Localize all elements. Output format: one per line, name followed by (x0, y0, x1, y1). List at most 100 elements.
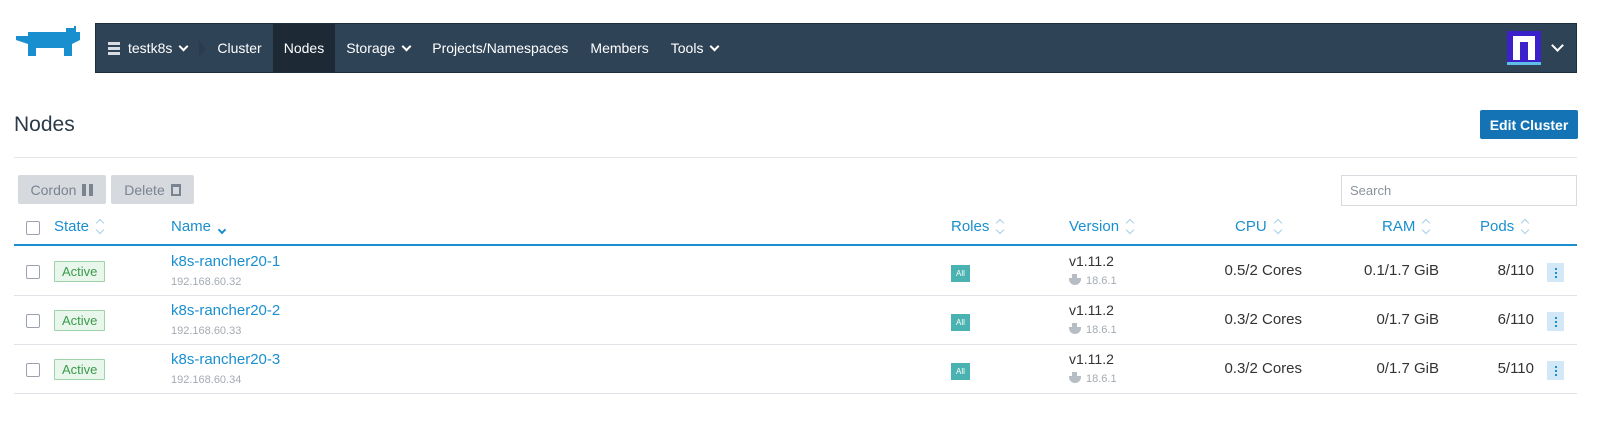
sort-icon (1273, 218, 1282, 235)
k8s-version: v1.11.2 (1069, 302, 1114, 318)
chevron-down-icon (710, 41, 720, 51)
main-nav: testk8s Cluster Nodes Storage Projects/N… (95, 23, 1577, 73)
sort-icon (1125, 218, 1135, 235)
row-checkbox[interactable] (26, 314, 40, 328)
node-ip: 192.168.60.32 (171, 276, 242, 288)
nav-members-label: Members (590, 40, 649, 56)
nav-projects-namespaces[interactable]: Projects/Namespaces (421, 24, 579, 72)
status-badge: Active (54, 261, 106, 282)
nav-cluster[interactable]: Cluster (199, 24, 272, 72)
cordon-button[interactable]: Cordon (18, 175, 106, 204)
cpu-value: 0.3/2 Cores (1224, 360, 1302, 377)
header-pods-label: Pods (1480, 218, 1515, 235)
pods-value: 5/110 (1497, 360, 1534, 377)
nav-tools[interactable]: Tools (660, 24, 730, 72)
table-row: Active k8s-rancher20-3 192.168.60.34 All… (14, 345, 1577, 394)
sort-icon (95, 218, 105, 235)
docker-version-text: 18.6.1 (1086, 324, 1117, 336)
cluster-name: testk8s (128, 40, 173, 56)
nav-storage-label: Storage (346, 40, 396, 56)
user-menu[interactable] (1507, 24, 1576, 72)
docker-version-text: 18.6.1 (1086, 373, 1117, 385)
sort-descending-icon (217, 221, 227, 234)
header-cpu-label: CPU (1235, 218, 1267, 235)
k8s-version: v1.11.2 (1069, 253, 1114, 269)
sort-icon (996, 218, 1005, 235)
ram-value: 0/1.7 GiB (1376, 360, 1439, 377)
docker-icon (1069, 371, 1081, 383)
chevron-down-icon (401, 41, 412, 51)
nav-nodes[interactable]: Nodes (272, 24, 336, 72)
trash-icon (170, 183, 181, 196)
nav-projects-label: Projects/Namespaces (432, 40, 569, 56)
docker-icon (1069, 322, 1081, 334)
header-state[interactable]: State (54, 218, 105, 235)
server-icon (108, 41, 120, 55)
row-actions-button[interactable] (1547, 361, 1564, 380)
sort-icon (1520, 218, 1530, 235)
page-title: Nodes (14, 113, 75, 136)
nav-tools-label: Tools (670, 40, 704, 56)
delete-label: Delete (124, 181, 165, 198)
node-ip: 192.168.60.34 (171, 374, 242, 386)
avatar[interactable] (1507, 31, 1541, 65)
row-checkbox[interactable] (26, 265, 40, 279)
sort-icon (1422, 218, 1431, 235)
docker-icon (1069, 273, 1081, 285)
cordon-label: Cordon (30, 181, 77, 198)
pause-icon (82, 183, 94, 196)
header-ram-label: RAM (1382, 218, 1416, 235)
header-name-label: Name (171, 218, 212, 235)
node-name-link[interactable]: k8s-rancher20-3 (171, 351, 280, 368)
header-version-label: Version (1069, 218, 1120, 235)
node-name-link[interactable]: k8s-rancher20-2 (171, 302, 280, 319)
header-state-label: State (54, 218, 90, 235)
table-row: Active k8s-rancher20-2 192.168.60.33 All… (14, 296, 1577, 345)
chevron-down-icon (1551, 38, 1564, 52)
role-badge: All (951, 314, 970, 331)
edit-cluster-button[interactable]: Edit Cluster (1480, 110, 1578, 139)
node-ip: 192.168.60.33 (171, 325, 242, 337)
docker-version: 18.6.1 (1069, 273, 1117, 287)
table-header: State Name Roles Version CPU RAM Pods (14, 214, 1577, 246)
node-name-link[interactable]: k8s-rancher20-1 (171, 253, 280, 270)
role-badge: All (951, 363, 970, 380)
divider (14, 157, 1577, 158)
docker-version: 18.6.1 (1069, 371, 1117, 385)
chevron-down-icon (178, 41, 189, 51)
cpu-value: 0.3/2 Cores (1224, 311, 1302, 328)
delete-button[interactable]: Delete (111, 175, 194, 204)
row-checkbox[interactable] (26, 363, 40, 377)
docker-version-text: 18.6.1 (1086, 275, 1117, 287)
rancher-logo[interactable] (14, 26, 84, 64)
header-cpu[interactable]: CPU (1235, 218, 1282, 235)
header-roles-label: Roles (951, 218, 990, 235)
select-all-checkbox[interactable] (26, 221, 40, 235)
nav-storage[interactable]: Storage (335, 24, 421, 72)
pods-value: 8/110 (1497, 262, 1534, 279)
header-pods[interactable]: Pods (1480, 218, 1530, 235)
ram-value: 0/1.7 GiB (1376, 311, 1439, 328)
search-input[interactable] (1341, 175, 1577, 206)
role-badge: All (951, 265, 970, 282)
status-badge: Active (54, 310, 106, 331)
row-actions-button[interactable] (1547, 263, 1564, 282)
docker-version: 18.6.1 (1069, 322, 1117, 336)
top-bar: testk8s Cluster Nodes Storage Projects/N… (0, 0, 1600, 74)
header-ram[interactable]: RAM (1382, 218, 1431, 235)
header-name[interactable]: Name (171, 218, 227, 235)
k8s-version: v1.11.2 (1069, 351, 1114, 367)
header-roles[interactable]: Roles (951, 218, 1005, 235)
pods-value: 6/110 (1497, 311, 1534, 328)
nav-cluster-label: Cluster (217, 40, 262, 56)
cpu-value: 0.5/2 Cores (1224, 262, 1302, 279)
status-badge: Active (54, 359, 106, 380)
nav-members[interactable]: Members (579, 24, 659, 72)
row-actions-button[interactable] (1547, 312, 1564, 331)
table-row: Active k8s-rancher20-1 192.168.60.32 All… (14, 247, 1577, 296)
header-version[interactable]: Version (1069, 218, 1135, 235)
cluster-switcher[interactable]: testk8s (96, 24, 207, 72)
nav-nodes-label: Nodes (283, 40, 325, 56)
ram-value: 0.1/1.7 GiB (1363, 262, 1439, 279)
